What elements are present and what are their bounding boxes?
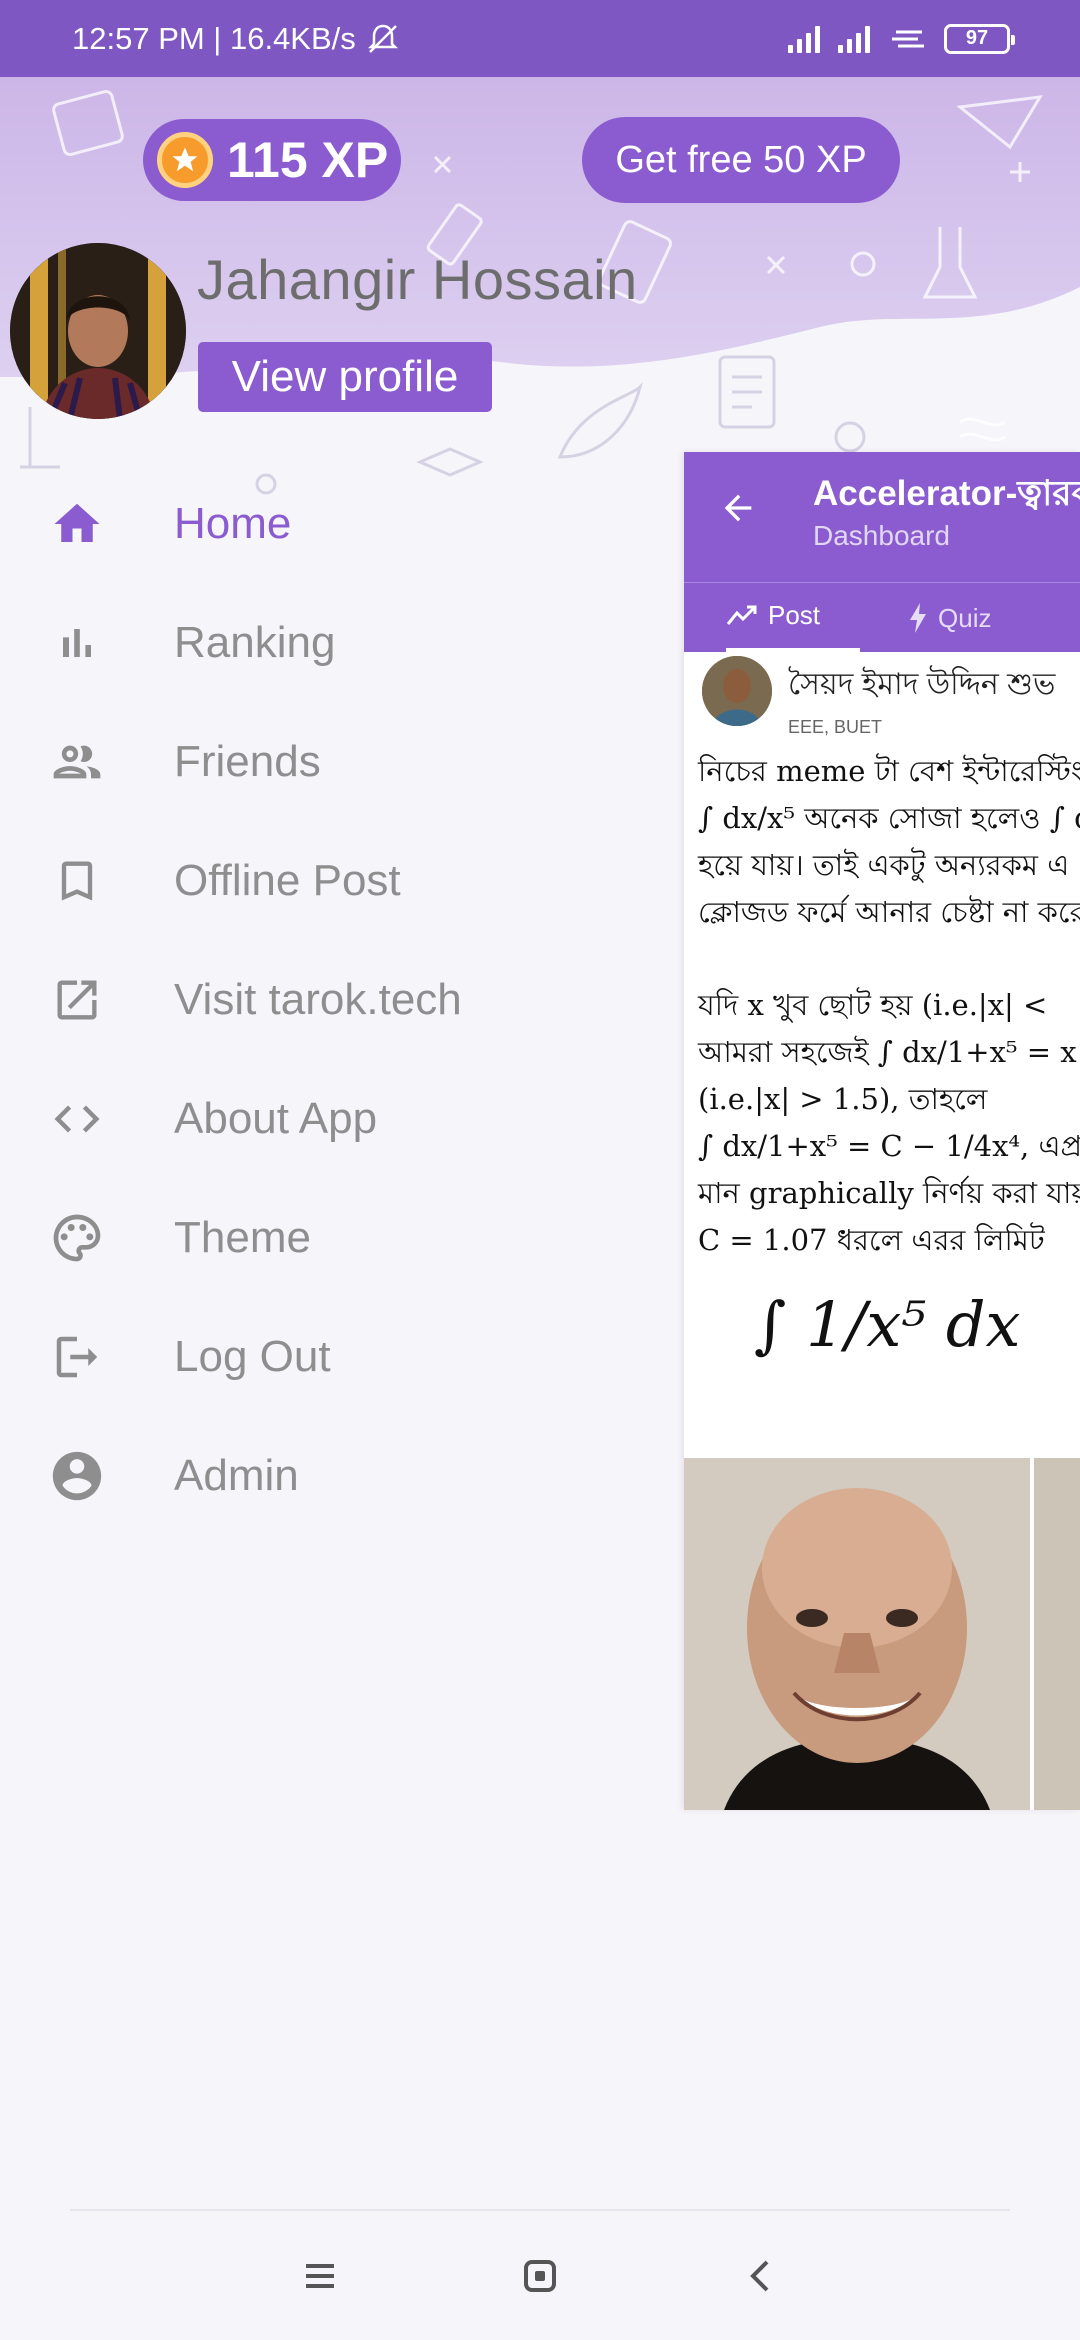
author-subtitle: EEE, BUET xyxy=(788,717,883,737)
trending-icon xyxy=(726,605,757,625)
xp-badge[interactable]: 115 XP xyxy=(143,119,401,201)
tab-post[interactable]: Post xyxy=(726,583,861,653)
battery-icon: 97 xyxy=(944,23,1015,54)
avatar[interactable] xyxy=(10,243,186,419)
post-author: সৈয়দ ইমাদ উদ্দিন শুভ EEE, BUET xyxy=(702,656,1055,738)
menu-item-label: Offline Post xyxy=(174,855,401,905)
menu-item-label: Visit tarok.tech xyxy=(174,974,462,1024)
bell-muted-icon xyxy=(366,22,400,56)
post-line: ∫ dx/1+x⁵ = C − 1/4x⁴, এপ্রক্রিমে xyxy=(698,1129,1080,1163)
code-icon xyxy=(48,1090,106,1148)
status-bar: 12:57 PM | 16.4KB/s 97 xyxy=(0,0,1080,77)
menu-item-admin[interactable]: Admin xyxy=(0,1416,680,1535)
menu-item-label: Log Out xyxy=(174,1331,331,1381)
system-nav-bar xyxy=(0,2212,1080,2340)
meme-image[interactable] xyxy=(684,1458,1030,1810)
tab-quiz-label: Quiz xyxy=(938,602,992,633)
post-line: যদি x খুব ছোট হয় (i.e.|x| < xyxy=(698,988,1048,1022)
menu-item-offline-post[interactable]: Offline Post xyxy=(0,821,680,940)
bolt-icon xyxy=(910,603,927,633)
post-line: ক্লোজড ফর্মে আনার চেষ্টা না করে xyxy=(698,895,1080,929)
people-icon xyxy=(48,733,106,791)
user-name: Jahangir Hossain xyxy=(197,248,638,311)
background-app-tabs: Post Quiz xyxy=(684,582,1080,653)
view-profile-button[interactable]: View profile xyxy=(198,342,492,412)
menu-item-ranking[interactable]: Ranking xyxy=(0,583,680,702)
status-left: 12:57 PM | 16.4KB/s xyxy=(72,21,400,57)
account-circle-icon xyxy=(48,1447,106,1505)
menu-item-theme[interactable]: Theme xyxy=(0,1178,680,1297)
background-app-bar: Accelerator-ত্বারক Dashboard Post Quiz xyxy=(684,452,1080,653)
home-icon xyxy=(48,495,106,553)
menu-item-about-app[interactable]: About App xyxy=(0,1059,680,1178)
menu-item-label: Friends xyxy=(174,736,321,786)
post-line: আমরা সহজেই ∫ dx/1+x⁵ = x অ xyxy=(698,1035,1080,1069)
star-coin-icon xyxy=(157,132,213,188)
chevron-left-icon xyxy=(750,2260,769,2292)
palette-icon xyxy=(48,1209,106,1267)
logout-icon xyxy=(48,1328,106,1386)
signal-2-icon xyxy=(838,25,870,53)
menu-item-friends[interactable]: Friends xyxy=(0,702,680,821)
post-line: C = 1.07 ধরলে এরর লিমিট xyxy=(698,1223,1045,1257)
battery-level: 97 xyxy=(965,27,989,49)
background-app-subtitle: Dashboard xyxy=(813,520,950,551)
signal-1-icon xyxy=(788,25,820,53)
background-app-preview[interactable]: Accelerator-ত্বারক Dashboard Post Quiz স… xyxy=(684,452,1080,1810)
square-home-icon xyxy=(524,2260,556,2292)
recents-button[interactable] xyxy=(290,2246,350,2306)
author-name: সৈয়দ ইমাদ উদ্দিন শুভ xyxy=(788,668,1056,701)
external-link-icon xyxy=(48,971,106,1029)
bar-chart-icon xyxy=(48,614,106,672)
get-free-xp-button[interactable]: Get free 50 XP xyxy=(582,117,900,203)
bookmark-icon xyxy=(48,852,106,910)
tab-quiz[interactable]: Quiz xyxy=(908,583,992,653)
menu-item-home[interactable]: Home xyxy=(0,464,680,583)
menu-lines-icon xyxy=(306,2264,334,2288)
tab-post-label: Post xyxy=(768,600,821,630)
post-line: হয়ে যায়। তাই একটু অন্যরকম এ xyxy=(698,848,1070,882)
menu-item-label: Ranking xyxy=(174,617,336,667)
math-formula: ∫ 1/x⁵ dx xyxy=(754,1288,1021,1361)
xp-label: 115 XP xyxy=(227,132,389,188)
wifi-icon xyxy=(892,30,924,47)
status-time-speed: 12:57 PM | 16.4KB/s xyxy=(72,20,356,56)
post-line: নিচের meme টা বেশ ইন্টারেস্টিং xyxy=(698,754,1080,788)
menu-item-log-out[interactable]: Log Out xyxy=(0,1297,680,1416)
back-button[interactable] xyxy=(730,2246,790,2306)
back-arrow-icon[interactable] xyxy=(718,488,758,528)
menu-item-label: Home xyxy=(174,498,292,548)
nav-divider xyxy=(70,2209,1010,2211)
post-line: মান graphically নির্ণয় করা যায় xyxy=(698,1176,1080,1210)
menu-item-label: Admin xyxy=(174,1450,299,1500)
post-line: (i.e.|x| > 1.5), তাহলে xyxy=(698,1082,988,1116)
drawer-header: 115 XP Get free 50 XP Jahangir Hossain V… xyxy=(0,77,1080,497)
post-body: নিচের meme টা বেশ ইন্টারেস্টিং ∫ dx/x⁵ অ… xyxy=(698,748,1080,1264)
drawer-menu: Home Ranking Friends Offline Post Visit … xyxy=(0,464,680,1535)
menu-item-visit-site[interactable]: Visit tarok.tech xyxy=(0,940,680,1059)
author-avatar xyxy=(702,656,772,726)
status-right: 97 xyxy=(788,23,1015,54)
post-line: ∫ dx/x⁵ অনেক সোজা হলেও ∫ dx/1+ xyxy=(698,801,1080,835)
menu-item-label: Theme xyxy=(174,1212,311,1262)
meme-image-2[interactable] xyxy=(1034,1458,1080,1810)
background-app-title: Accelerator-ত্বারক xyxy=(813,474,1080,513)
home-button[interactable] xyxy=(510,2246,570,2306)
menu-item-label: About App xyxy=(174,1093,378,1143)
